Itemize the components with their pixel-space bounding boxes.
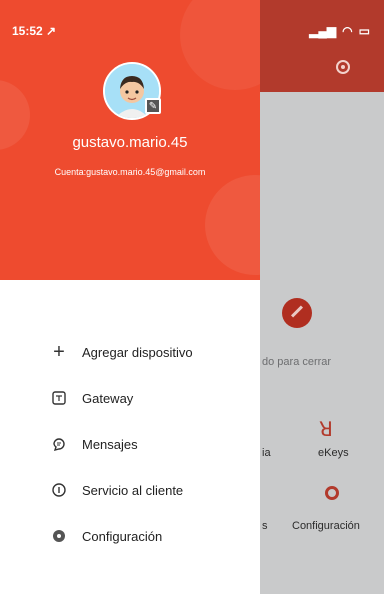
battery-icon: ▭ xyxy=(358,24,370,38)
grid-label: s xyxy=(262,520,268,532)
menu-item-label: Servicio al cliente xyxy=(82,482,184,498)
menu-item-label: Agregar dispositivo xyxy=(82,344,193,360)
grid-label: ia xyxy=(262,447,271,459)
profile-account: Cuenta:gustavo.mario.45@gmail.com xyxy=(54,167,206,177)
menu-item-gateway[interactable]: Gateway xyxy=(50,386,133,410)
menu-item-label: Gateway xyxy=(82,390,134,406)
grid-label-configuration: Configuración xyxy=(292,520,360,532)
decoration xyxy=(205,175,260,275)
drawer-header: 15:52 ↗ ✎ gustavo.mario.45 Cuenta:gustav… xyxy=(0,0,260,280)
edit-avatar-icon[interactable]: ✎ xyxy=(145,98,161,114)
info-icon xyxy=(50,481,68,499)
settings-icon xyxy=(50,527,68,545)
side-drawer: 15:52 ↗ ✎ gustavo.mario.45 Cuenta:gustav… xyxy=(0,0,260,594)
hint-text: do para cerrar xyxy=(262,356,332,368)
settings-icon xyxy=(336,60,350,74)
configuration-icon xyxy=(325,486,339,500)
menu-item-add-device[interactable]: + Agregar dispositivo xyxy=(50,340,193,364)
lock-button xyxy=(282,298,312,328)
signal-icon: ▂▄▆ xyxy=(309,24,337,38)
menu-item-label: Configuración xyxy=(82,528,163,544)
menu-item-messages[interactable]: Mensajes xyxy=(50,432,138,456)
ekeys-icon: ꓤ xyxy=(319,419,333,441)
wifi-icon: ◠ xyxy=(342,24,353,38)
plus-icon: + xyxy=(53,341,65,363)
menu-item-settings[interactable]: Configuración xyxy=(50,524,162,548)
menu-item-label: Mensajes xyxy=(82,436,138,452)
profile-username: gustavo.mario.45 xyxy=(72,134,188,151)
status-icons: ▂▄▆ ◠ ▭ xyxy=(309,24,370,38)
status-time: 15:52 ↗ xyxy=(12,24,57,38)
gateway-icon xyxy=(50,389,68,407)
message-icon xyxy=(50,435,68,453)
decoration xyxy=(180,0,260,90)
menu-item-customer-service[interactable]: Servicio al cliente xyxy=(50,478,183,502)
grid-label-ekeys: eKeys xyxy=(318,447,349,459)
